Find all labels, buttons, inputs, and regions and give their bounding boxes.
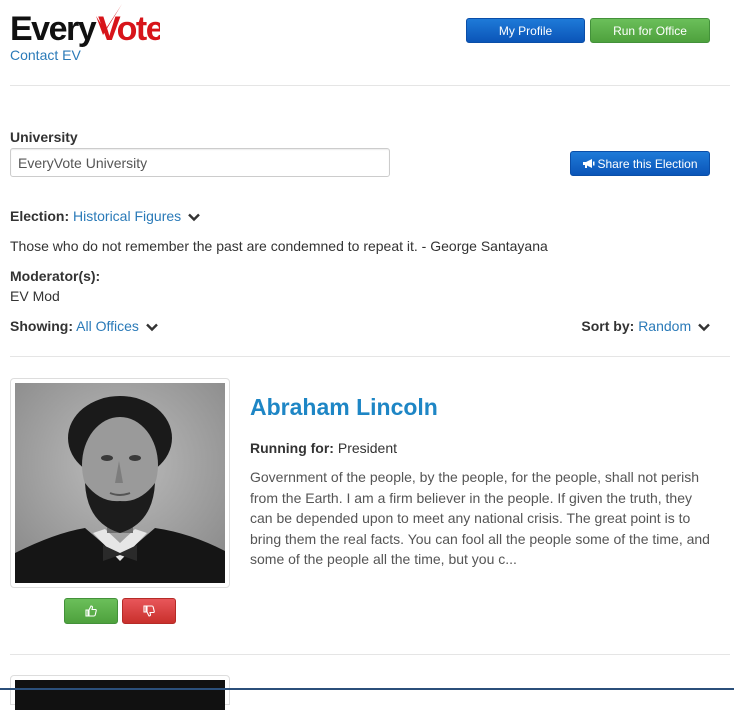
- share-election-button[interactable]: Share this Election: [570, 151, 710, 176]
- running-for: Running for: President: [250, 440, 397, 456]
- header-divider: [10, 85, 730, 86]
- running-for-value: President: [337, 440, 398, 456]
- candidate-portrait: [15, 383, 225, 583]
- chevron-down-icon[interactable]: [698, 322, 710, 332]
- next-candidate-portrait: [15, 680, 225, 710]
- vote-up-button[interactable]: [64, 598, 118, 624]
- showing-dropdown[interactable]: All Offices: [76, 318, 139, 334]
- candidate-photo-card[interactable]: [10, 378, 230, 588]
- logo-text-vote: Vote: [98, 10, 160, 48]
- run-for-office-button[interactable]: Run for Office: [590, 18, 710, 43]
- everyvote-logo[interactable]: Every Vote: [10, 2, 165, 48]
- election-label: Election:: [10, 208, 70, 224]
- thumbs-down-icon: [143, 605, 155, 617]
- running-for-label: Running for:: [250, 440, 334, 456]
- sort-label: Sort by:: [581, 318, 635, 334]
- sort-dropdown[interactable]: Random: [638, 318, 691, 334]
- next-candidate-card[interactable]: [10, 675, 230, 710]
- candidate-name-link[interactable]: Abraham Lincoln: [250, 394, 438, 421]
- megaphone-icon: [583, 159, 595, 168]
- my-profile-button[interactable]: My Profile: [466, 18, 585, 43]
- contact-link[interactable]: Contact EV: [10, 47, 81, 63]
- election-selector: Election: Historical Figures: [10, 208, 200, 224]
- chevron-down-icon[interactable]: [145, 322, 158, 332]
- logo-text-every: Every: [10, 10, 97, 48]
- university-label: University: [10, 129, 78, 145]
- moderators-value: EV Mod: [10, 288, 60, 304]
- showing-filter: Showing: All Offices: [10, 318, 158, 334]
- moderators-label: Moderator(s):: [10, 268, 101, 284]
- election-quote: Those who do not remember the past are c…: [10, 238, 548, 254]
- sort-filter: Sort by: Random: [581, 318, 710, 334]
- vote-down-button[interactable]: [122, 598, 176, 624]
- election-dropdown[interactable]: Historical Figures: [73, 208, 181, 224]
- thumbs-up-icon: [85, 605, 97, 617]
- showing-label: Showing:: [10, 318, 73, 334]
- filters-divider: [10, 356, 730, 357]
- candidate-divider: [10, 654, 730, 655]
- candidate-bio: Government of the people, by the people,…: [250, 469, 710, 567]
- university-input[interactable]: [10, 148, 390, 177]
- chevron-down-icon[interactable]: [188, 212, 200, 222]
- share-election-label: Share this Election: [597, 157, 698, 171]
